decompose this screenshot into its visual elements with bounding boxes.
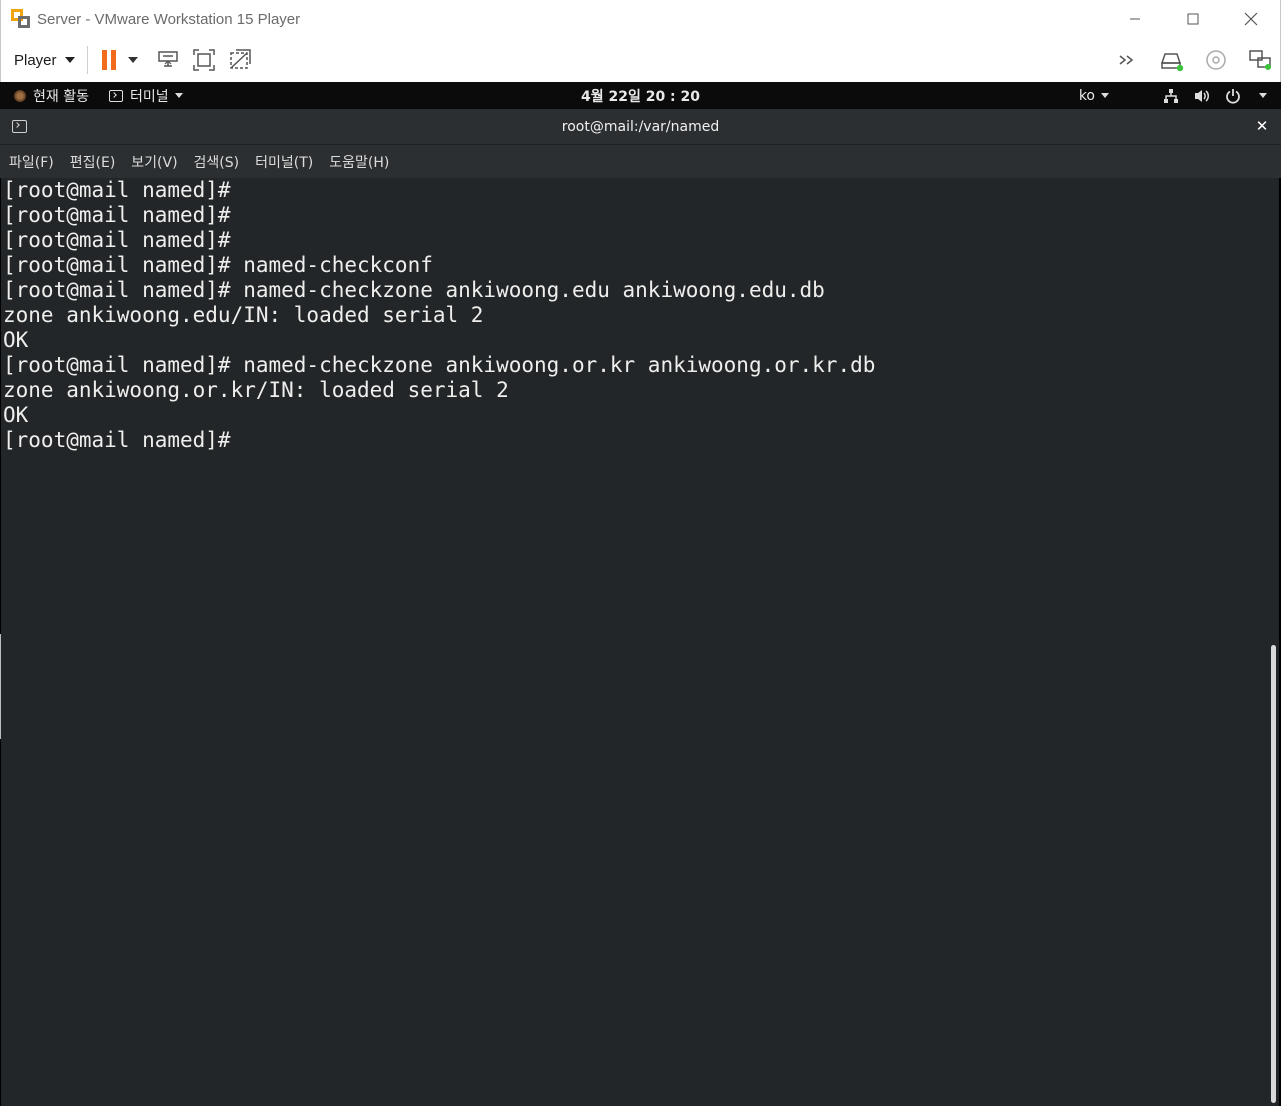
menu-edit[interactable]: 편집(E) — [70, 152, 116, 172]
terminal-line: [root@mail named]# — [3, 178, 231, 202]
terminal-line: zone ankiwoong.edu/IN: loaded serial 2 — [3, 303, 484, 327]
send-ctrl-alt-del-icon[interactable] — [154, 46, 182, 74]
terminal-line: [root@mail named]# — [3, 203, 231, 227]
terminal-line: [root@mail named]# named-checkconf — [3, 253, 433, 277]
activities-icon — [14, 89, 26, 102]
player-toolbar: Player — [0, 38, 1281, 82]
maximize-icon[interactable] — [1164, 0, 1222, 38]
terminal-prompt-line: [root@mail named]# — [3, 428, 231, 452]
terminal-scrollbar[interactable] — [1271, 645, 1276, 1103]
close-icon[interactable] — [1222, 0, 1280, 38]
hard-disk-icon[interactable] — [1158, 46, 1186, 74]
chevron-down-icon — [174, 93, 183, 98]
terminal-line: [root@mail named]# named-checkzone ankiw… — [3, 278, 825, 302]
terminal-icon — [108, 89, 123, 102]
network-icon[interactable] — [1163, 88, 1179, 104]
volume-icon[interactable] — [1193, 88, 1211, 104]
network-adapter-icon[interactable] — [1246, 46, 1274, 74]
chevron-down-icon — [1101, 93, 1109, 98]
terminal-window-icon — [12, 120, 27, 133]
input-method-label: ko — [1078, 87, 1095, 104]
cd-dvd-icon[interactable] — [1202, 46, 1230, 74]
minimize-icon[interactable] — [1106, 0, 1164, 38]
pause-icon[interactable] — [101, 50, 116, 70]
power-options-chevron-icon[interactable] — [127, 57, 138, 63]
window-titlebar: Server - VMware Workstation 15 Player — [0, 0, 1281, 38]
activities-button[interactable]: 현재 활동 — [14, 86, 89, 106]
terminal-line: [root@mail named]# — [3, 228, 231, 252]
chevron-down-icon[interactable] — [1255, 93, 1267, 98]
full-screen-icon[interactable] — [190, 46, 218, 74]
toolbar-divider — [86, 46, 88, 74]
player-menu-label: Player — [14, 51, 57, 69]
terminal-line: OK — [3, 403, 29, 427]
app-menu-button[interactable]: 터미널 — [108, 86, 183, 106]
vmware-logo-icon — [11, 9, 31, 29]
window-controls — [1106, 0, 1280, 38]
app-menu-label: 터미널 — [129, 88, 169, 105]
terminal-menubar: 파일(F) 편집(E) 보기(V) 검색(S) 터미널(T) 도움말(H) — [0, 145, 1281, 178]
vm-screen[interactable]: 현재 활동 터미널 4월 22일 20 : 20 ko root@mail:/v… — [0, 82, 1281, 1106]
device-icons — [1106, 46, 1274, 74]
menu-search[interactable]: 검색(S) — [194, 152, 240, 172]
system-tray: ko — [1079, 88, 1267, 104]
menu-terminal[interactable]: 터미널(T) — [255, 152, 313, 172]
terminal-output[interactable]: [root@mail named]# [root@mail named]# [r… — [1, 178, 1279, 1106]
input-method-button[interactable]: ko — [1079, 88, 1109, 104]
terminal-line: [root@mail named]# named-checkzone ankiw… — [3, 353, 876, 377]
terminal-headerbar: root@mail:/var/named ✕ — [0, 109, 1281, 145]
power-icon[interactable] — [1225, 88, 1241, 104]
menu-view[interactable]: 보기(V) — [131, 152, 177, 172]
close-icon[interactable]: ✕ — [1253, 117, 1271, 135]
terminal-line: zone ankiwoong.or.kr/IN: loaded serial 2 — [3, 378, 509, 402]
chevron-down-icon — [64, 57, 75, 63]
gnome-top-bar: 현재 활동 터미널 4월 22일 20 : 20 ko — [0, 82, 1281, 109]
clock[interactable]: 4월 22일 20 : 20 — [581, 86, 700, 106]
terminal-title: root@mail:/var/named — [561, 118, 720, 135]
player-menu-button[interactable]: Player — [14, 52, 75, 69]
window-edge-divider — [0, 634, 1, 739]
activities-label: 현재 활동 — [33, 88, 89, 105]
terminal-line: OK — [3, 328, 29, 352]
unity-icon[interactable] — [226, 46, 254, 74]
menu-file[interactable]: 파일(F) — [9, 152, 54, 172]
more-chevrons-icon[interactable] — [1114, 46, 1142, 74]
window-title: Server - VMware Workstation 15 Player — [37, 10, 301, 28]
menu-help[interactable]: 도움말(H) — [329, 152, 389, 172]
